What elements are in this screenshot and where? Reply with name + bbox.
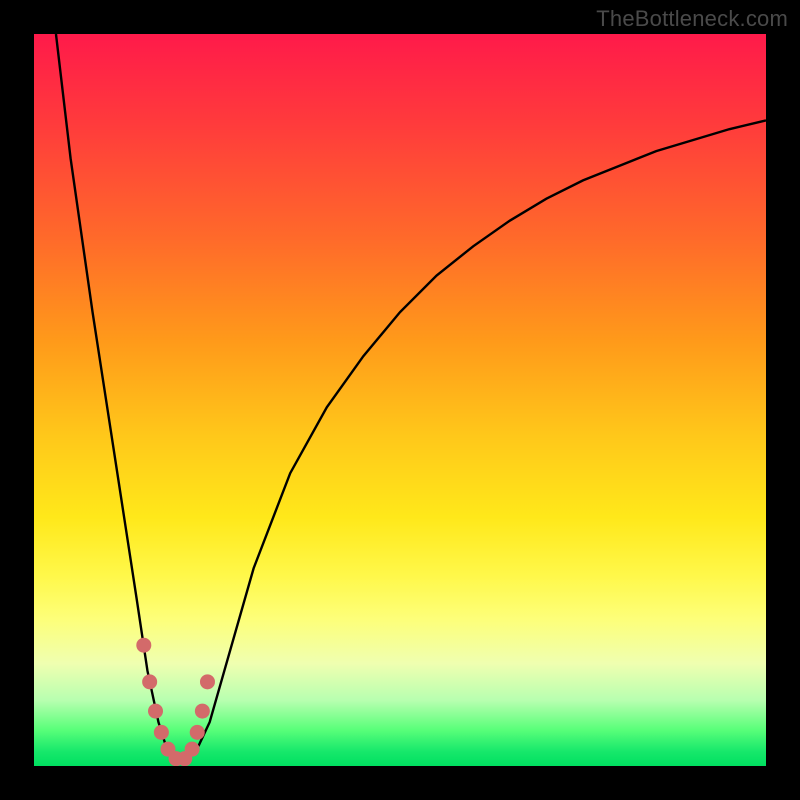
curve-layer: [34, 34, 766, 766]
chart-frame: TheBottleneck.com: [0, 0, 800, 800]
highlight-dot: [148, 704, 163, 719]
bottleneck-curve-path: [56, 34, 766, 759]
plot-area: [34, 34, 766, 766]
highlight-dot: [142, 674, 157, 689]
attribution-label: TheBottleneck.com: [596, 6, 788, 32]
highlight-dot: [190, 725, 205, 740]
highlight-dot: [154, 725, 169, 740]
highlight-dot: [185, 742, 200, 757]
highlight-dots-group: [136, 638, 215, 766]
highlight-dot: [195, 704, 210, 719]
highlight-dot: [200, 674, 215, 689]
highlight-dot: [136, 638, 151, 653]
